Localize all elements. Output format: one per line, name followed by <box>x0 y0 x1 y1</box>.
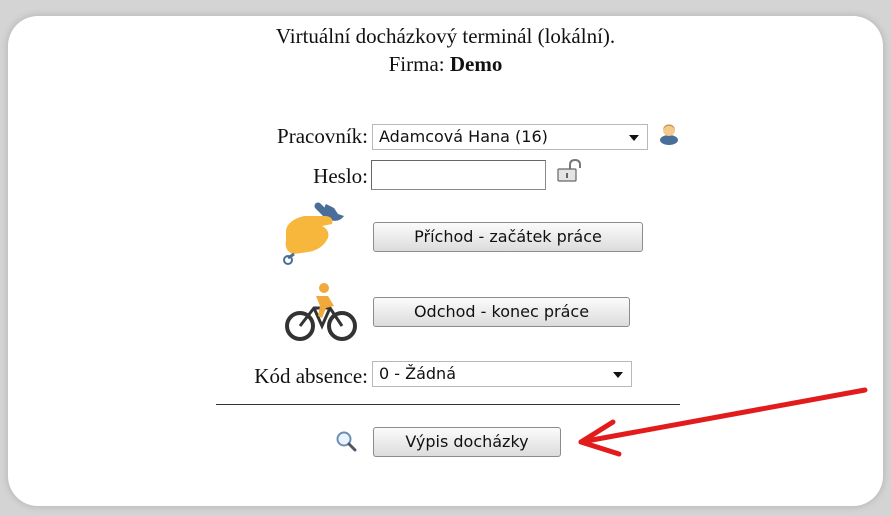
company-label: Firma: <box>388 52 445 76</box>
arrival-button[interactable]: Příchod - začátek práce <box>373 222 643 252</box>
bicycle-icon <box>285 283 357 341</box>
worker-select-value: Adamcová Hana (16) <box>379 127 548 146</box>
red-arrow-annotation <box>578 387 868 457</box>
absence-label: Kód absence: <box>254 364 368 388</box>
unlock-icon <box>557 159 581 182</box>
user-icon <box>660 124 678 145</box>
attendance-report-button[interactable]: Výpis docházky <box>373 427 561 457</box>
hand-wrench-icon <box>283 202 344 265</box>
absence-select-value: 0 - Žádná <box>379 364 456 383</box>
password-label: Heslo: <box>313 164 368 188</box>
page-title: Virtuální docházkový terminál (lokální). <box>275 24 616 48</box>
company-line: Firma: Demo <box>0 52 891 77</box>
search-icon <box>336 431 357 452</box>
chevron-down-icon <box>629 135 639 141</box>
worker-label: Pracovník: <box>277 124 368 148</box>
password-field[interactable] <box>371 160 546 190</box>
company-name: Demo <box>449 52 503 76</box>
departure-button[interactable]: Odchod - konec práce <box>373 297 630 327</box>
worker-select[interactable]: Adamcová Hana (16) <box>372 124 648 150</box>
